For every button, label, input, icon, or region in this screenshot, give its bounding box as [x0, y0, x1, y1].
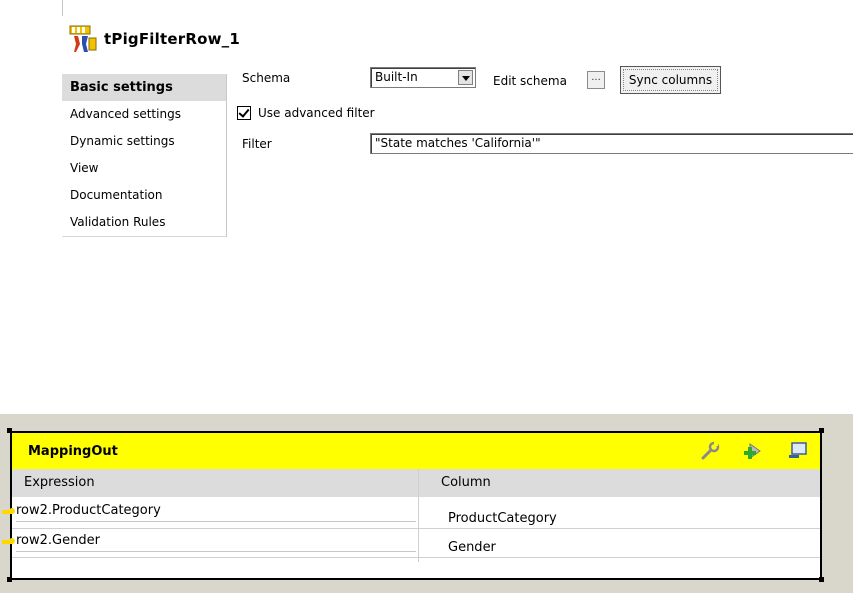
menu-item-dynamic-settings[interactable]: Dynamic settings — [62, 128, 226, 155]
sync-columns-button[interactable]: Sync columns — [620, 66, 721, 94]
menu-item-label: Dynamic settings — [70, 134, 175, 148]
settings-menu: Basic settings Advanced settings Dynamic… — [62, 74, 227, 237]
column-cell[interactable]: ProductCategory — [448, 511, 557, 526]
mapping-out-table[interactable]: MappingOut Expression Column row2.Produc… — [2, 431, 822, 580]
edit-schema-label: Edit schema — [493, 74, 567, 88]
connector-icon — [2, 508, 15, 514]
add-column-icon[interactable] — [744, 441, 764, 461]
resize-handle[interactable] — [819, 577, 824, 582]
resize-handle[interactable] — [819, 428, 824, 433]
menu-item-advanced-settings[interactable]: Advanced settings — [62, 101, 226, 128]
filter-input[interactable]: "State matches 'California'" — [370, 133, 853, 154]
component-title: tPigFilterRow_1 — [104, 30, 240, 48]
menu-item-label: Validation Rules — [70, 215, 166, 229]
wrench-icon[interactable] — [700, 441, 720, 461]
menu-item-label: View — [70, 161, 99, 175]
use-advanced-filter-checkbox[interactable] — [237, 106, 251, 120]
edit-schema-button[interactable]: ... — [587, 71, 605, 89]
column-divider — [418, 469, 419, 562]
menu-item-label: Documentation — [70, 188, 163, 202]
expression-cell[interactable]: row2.ProductCategory — [16, 500, 416, 522]
filter-input-value: "State matches 'California'" — [375, 136, 541, 150]
menu-item-basic-settings[interactable]: Basic settings — [62, 74, 226, 101]
mapping-header: MappingOut — [12, 433, 820, 469]
column-cell[interactable]: Gender — [448, 540, 496, 555]
pig-filter-component-icon — [68, 24, 98, 54]
use-advanced-filter-label: Use advanced filter — [258, 106, 375, 120]
row-divider — [12, 557, 820, 558]
menu-bottom-divider — [62, 236, 226, 237]
expression-cell[interactable]: row2.Gender — [16, 530, 416, 552]
resize-handle[interactable] — [7, 428, 12, 433]
expression-column-header[interactable]: Expression — [12, 469, 418, 497]
schema-select[interactable]: Built-In — [370, 67, 476, 88]
connector-icon — [2, 538, 15, 544]
menu-item-documentation[interactable]: Documentation — [62, 182, 226, 209]
row-divider — [12, 528, 820, 529]
filter-label: Filter — [242, 137, 272, 151]
menu-item-label: Advanced settings — [70, 107, 181, 121]
mapping-title: MappingOut — [28, 444, 118, 459]
menu-item-validation-rules[interactable]: Validation Rules — [62, 209, 226, 236]
menu-item-label: Basic settings — [70, 80, 173, 95]
resize-handle[interactable] — [7, 577, 12, 582]
schema-label: Schema — [242, 71, 291, 85]
minimize-icon[interactable] — [788, 441, 808, 461]
sync-columns-label: Sync columns — [628, 73, 713, 87]
column-column-header[interactable]: Column — [419, 469, 820, 497]
schema-select-value: Built-In — [375, 70, 418, 84]
top-divider — [62, 0, 63, 16]
menu-item-view[interactable]: View — [62, 155, 226, 182]
chevron-down-icon[interactable] — [458, 70, 473, 85]
